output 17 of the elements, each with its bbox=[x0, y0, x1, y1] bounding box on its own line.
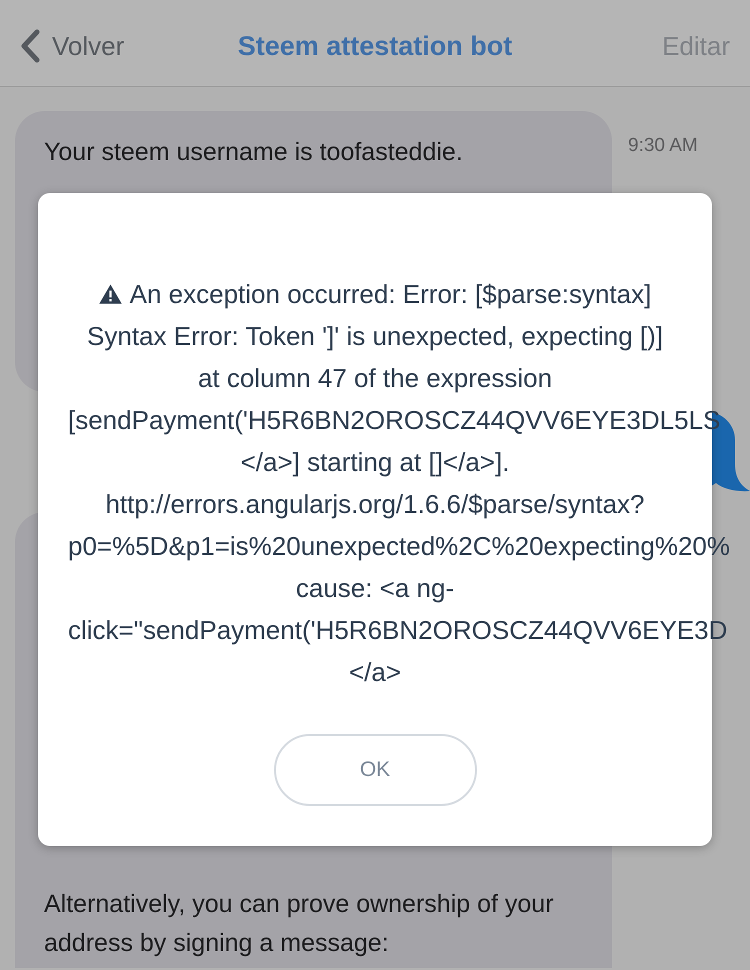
error-message-text: http://errors.angularjs.org/1.6.6/$parse/syntax? bbox=[105, 489, 645, 519]
message-text: Your steem username is toofasteddie. bbox=[44, 137, 464, 168]
error-message-text: An exception occurred: Error: [$parse:syntax] bbox=[130, 279, 652, 309]
back-button[interactable]: Volver bbox=[20, 26, 124, 66]
message-text: Alternatively, you can prove ownership of your address by signing a message: bbox=[44, 889, 555, 959]
error-message-text: Syntax Error: Token ']' is unexpected, expecting [)] bbox=[87, 321, 663, 351]
error-message-text: click="sendPayment('H5R6BN2OROSCZ44QVV6EYE3D bbox=[68, 615, 728, 645]
error-message-text: cause: <a ng- bbox=[296, 573, 454, 603]
ok-button[interactable]: OK bbox=[274, 734, 476, 806]
error-message-text: p0=%5D&p1=is%20unexpected%2C%20expecting%20% bbox=[68, 531, 730, 561]
warning-icon bbox=[98, 284, 122, 304]
error-message-text: </a> bbox=[348, 657, 402, 687]
chat-title: Steem attestation bot bbox=[238, 30, 512, 63]
message-time: 9:30 AM bbox=[628, 134, 698, 158]
error-message-text: </a>] starting at []</a>]. bbox=[240, 447, 510, 477]
error-message-text: at column 47 of the expression bbox=[198, 363, 552, 393]
chevron-left-icon bbox=[20, 29, 40, 63]
